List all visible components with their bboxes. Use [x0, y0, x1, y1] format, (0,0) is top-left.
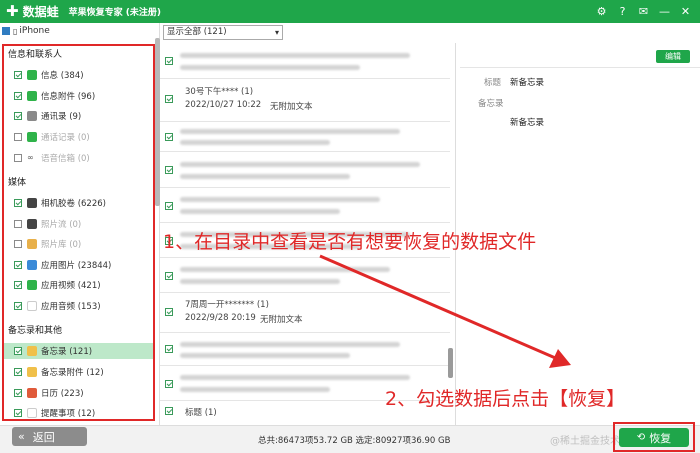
- arrow-head: [549, 349, 571, 368]
- annotation-arrow: [319, 254, 571, 368]
- arrow-line: [319, 254, 561, 362]
